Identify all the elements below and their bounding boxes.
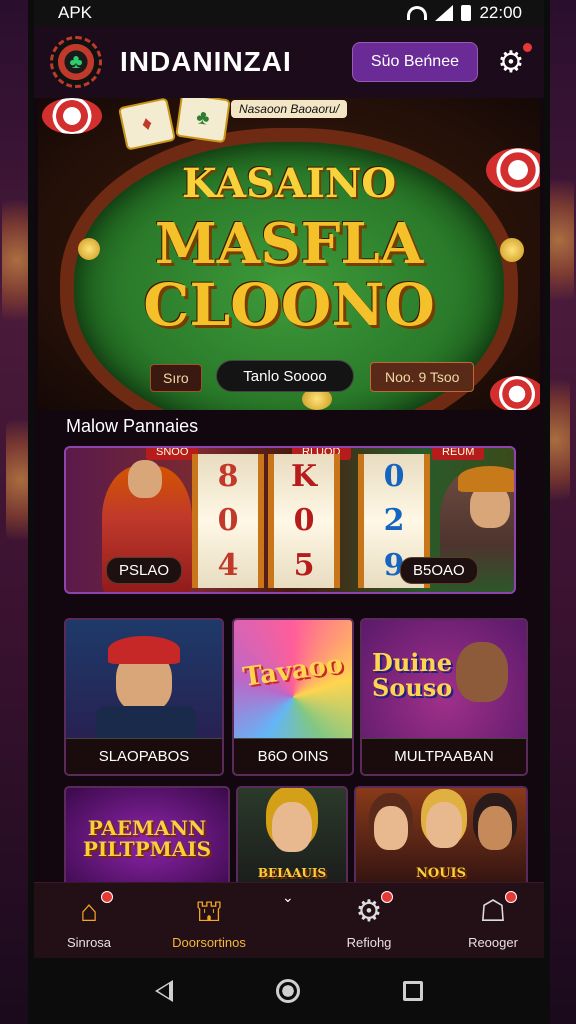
hero-title-line1: KASAINO (181, 160, 397, 207)
bottom-navigation: ⌄ ⌂ Sinrosa ⛫ Doorsortinos ⚙ Refiohg ☖ R… (34, 882, 544, 958)
game-card[interactable]: SLAOPABOS (64, 618, 224, 776)
recent-apps-icon[interactable] (402, 981, 423, 1001)
house-roof-icon: ⛫ (195, 895, 223, 928)
slot-play-button[interactable]: PSLAO (106, 557, 183, 584)
back-icon[interactable] (155, 980, 174, 1002)
home-button-icon[interactable] (275, 979, 300, 1003)
hero-caption: Nasaoon Baoaoru/ (38, 100, 540, 118)
notification-badge (505, 891, 517, 903)
game-card[interactable]: BEIAAUIS (236, 786, 348, 896)
hero-title-line2: MASFLA (154, 211, 424, 277)
slot-reel: 8 0 4 (192, 454, 264, 588)
character-face-art (374, 806, 408, 850)
notification-badge (101, 891, 113, 903)
status-left-label: APK (58, 3, 93, 22)
chevron-down-icon[interactable]: ⌄ (282, 889, 294, 906)
reel-symbol: K (290, 458, 318, 494)
character-face-art (426, 802, 462, 848)
signal-icon (435, 5, 454, 21)
app-logo[interactable]: ♣ (50, 36, 102, 88)
app-header: ♣ INDANINZAI Sŭo Beńnee ⚙ (34, 26, 544, 98)
hero-chip-left: Sıro (150, 364, 202, 392)
poker-chip-art (490, 376, 540, 410)
reel-symbol: 0 (293, 503, 315, 539)
hat-art (108, 636, 180, 664)
nav-item-home[interactable]: ⌂ Sinrosa (34, 891, 144, 950)
notification-badge (381, 891, 393, 903)
status-icons: 22:00 (407, 3, 522, 23)
game-art-title: Tavaoo (241, 649, 345, 693)
battery-icon (461, 5, 472, 21)
app-title: INDANINZAI (120, 46, 292, 77)
status-bar: APK 22:00 (34, 0, 544, 26)
game-card[interactable]: Duine Souso MULTPAABAN (360, 618, 528, 776)
slot-reel: K 0 5 (268, 454, 340, 588)
notification-dot (523, 43, 532, 52)
hero-banner[interactable]: ♦ ♣ Nasaoon Baoaoru/ KASAINO MASFLA CLOO… (38, 98, 540, 410)
game-art-title: NOUIS (415, 866, 466, 881)
reel-symbol: 0 (217, 503, 239, 539)
nav-label: Sinrosa (66, 935, 112, 950)
status-time: 22:00 (479, 3, 522, 22)
header-action-button[interactable]: Sŭo Beńnee (351, 42, 478, 82)
reel-symbol: 5 (293, 548, 315, 584)
character-face-art (478, 806, 512, 850)
phone-frame: APK 22:00 ♣ INDANINZAI Sŭo Beńnee ⚙ ♦ ♣ … (28, 0, 550, 1024)
hat-art (458, 466, 514, 492)
profile-icon: ☖ (475, 891, 517, 929)
character-face-art (272, 802, 312, 852)
game-card[interactable]: PAEMANN PILTPMAIS (64, 786, 230, 896)
nav-item-settings[interactable]: ⚙ Refiohg (314, 891, 424, 950)
nav-label: Reooger (468, 935, 518, 950)
game-card-label: B6O OINS (234, 738, 352, 774)
slot-machine-banner[interactable]: SNOO RLUOD REUM 8 0 4 K 0 5 0 2 9 PSLAO … (64, 446, 516, 594)
game-card-label: SLAOPABOS (66, 738, 222, 774)
wifi-icon (407, 6, 428, 20)
section-title: Malow Pannaies (66, 416, 199, 436)
hero-chip-right[interactable]: Noo. 9 Tsoo (370, 362, 475, 392)
slot-tab: REUM (432, 448, 485, 460)
nav-item-profile[interactable]: ☖ Reooger (438, 891, 548, 950)
settings-button[interactable]: ⚙ (494, 43, 532, 79)
home-icon: ⌂ (71, 891, 113, 929)
hero-title-line3: CLOONO (143, 271, 435, 339)
slot-tab: SNOO (146, 448, 199, 460)
game-card[interactable]: Tavaoo B6O OINS (232, 618, 354, 776)
reel-symbol: 0 (383, 458, 405, 494)
game-art-title: BEIAAUIS (257, 866, 327, 880)
nav-label: Refiohg (346, 935, 392, 950)
reel-symbol: 2 (383, 503, 405, 539)
reel-symbol: 4 (217, 548, 239, 584)
hero-pill-button[interactable]: Tanlo Soooo (216, 360, 354, 392)
gear-icon: ⚙ (497, 45, 525, 79)
gear-icon: ⚙ (351, 891, 393, 929)
character-face-art (128, 460, 162, 498)
game-card-label: MULTPAABAN (362, 738, 526, 774)
game-card[interactable]: NOUIS (354, 786, 528, 896)
reel-symbol: 8 (217, 458, 239, 494)
game-art-title: Duine Souso (372, 648, 453, 703)
game-art-title: PAEMANN PILTPMAIS (82, 816, 212, 861)
slot-bet-button[interactable]: B5OAO (400, 557, 478, 584)
nav-item-discover[interactable]: ⛫ Doorsortinos (154, 895, 264, 950)
nav-label: Doorsortinos (172, 935, 246, 950)
system-navigation-bar (34, 958, 544, 1024)
